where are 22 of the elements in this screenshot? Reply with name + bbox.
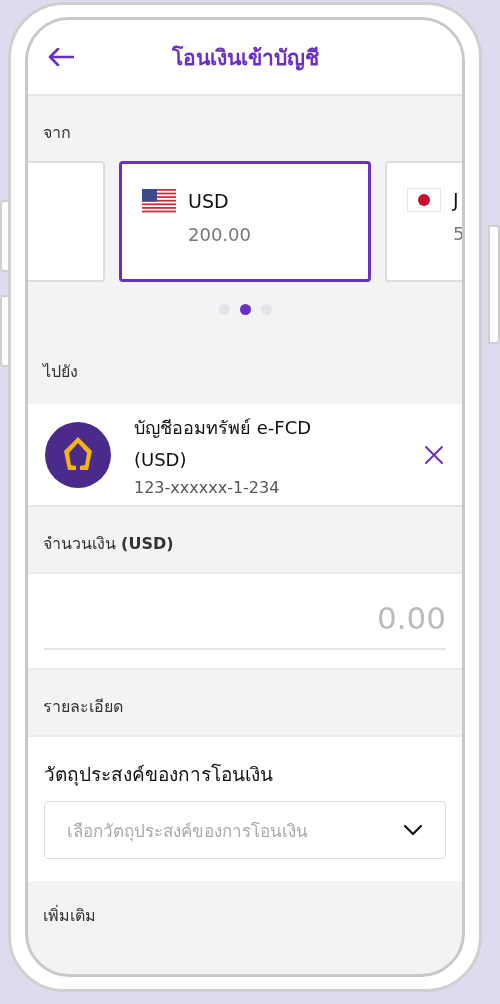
- account-name: บัญชีออมทรัพย์ e-FCD (USD): [134, 416, 313, 472]
- flag-icon: [142, 189, 176, 213]
- currency-code: USD: [188, 190, 229, 212]
- close-icon[interactable]: [424, 444, 444, 465]
- currency-card[interactable]: USD 200.00: [119, 161, 371, 282]
- amount-label: จำนวนเงิน (USD): [42, 534, 174, 553]
- screen-title: โอนเงินเข้าบัญชี: [171, 44, 319, 73]
- section-label: รายละเอียด: [42, 697, 123, 716]
- account-number: 123-xxxxxx-1-234: [134, 478, 281, 497]
- amount-field[interactable]: 0.00: [28, 574, 462, 670]
- back-arrow-icon[interactable]: [48, 48, 74, 66]
- chevron-down-icon: [403, 824, 423, 836]
- purpose-label: วัตถุประสงค์ของการโอนเงิน: [44, 762, 274, 788]
- bank-logo-icon: [44, 420, 112, 489]
- page-dot[interactable]: [239, 304, 251, 315]
- flag-icon: [407, 188, 441, 212]
- section-label: จาก: [42, 122, 72, 144]
- dropdown-placeholder: เลือกวัตถุประสงค์ของการโอนเงิน: [67, 819, 308, 844]
- currency-code: J: [453, 189, 459, 211]
- section-label: เพิ่มเติม: [42, 906, 96, 925]
- section-label: ไปยัง: [41, 361, 79, 383]
- balance-amount: 200.00: [187, 224, 252, 245]
